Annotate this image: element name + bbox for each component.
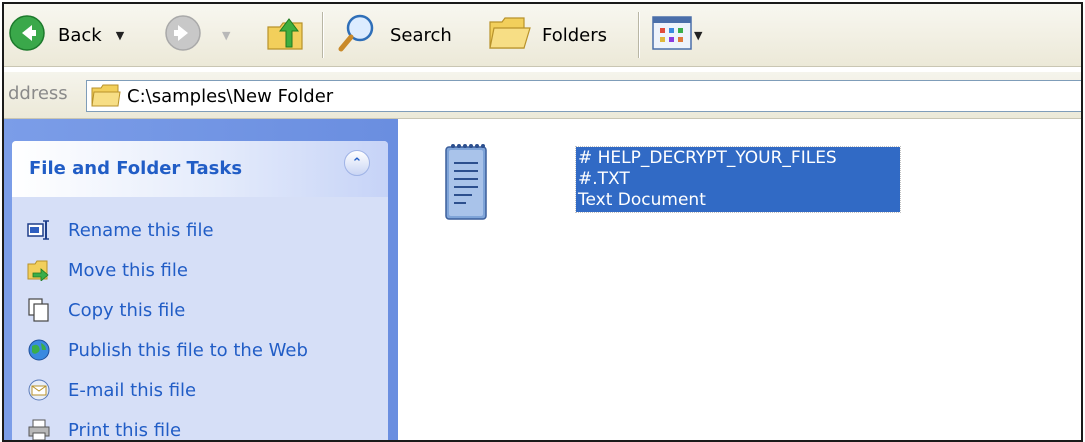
file-name-line1: # HELP_DECRYPT_YOUR_FILES [578, 148, 837, 168]
task-label: E-mail this file [68, 379, 197, 401]
text-document-icon [444, 141, 492, 223]
folders-button[interactable]: Folders [488, 4, 607, 66]
move-icon [26, 257, 52, 283]
search-button[interactable]: Search [336, 4, 452, 66]
toolbar-divider [638, 12, 640, 58]
collapse-chevron-icon[interactable]: ⌃ [344, 150, 370, 176]
folders-icon [488, 14, 532, 57]
email-icon [26, 377, 52, 403]
address-label: ddress [8, 83, 68, 104]
up-folder-button[interactable] [264, 4, 308, 66]
forward-arrow-icon [164, 14, 202, 57]
folder-icon [91, 84, 121, 108]
file-item-help-decrypt[interactable]: # HELP_DECRYPT_YOUR_FILES #.TXT Text Doc… [440, 139, 901, 239]
file-name-label[interactable]: # HELP_DECRYPT_YOUR_FILES #.TXT Text Doc… [575, 146, 901, 213]
file-name-line2: #.TXT [578, 169, 630, 189]
search-label: Search [390, 24, 452, 46]
publish-web-icon [26, 337, 52, 363]
back-dropdown-icon[interactable]: ▼ [116, 29, 124, 42]
file-list-pane: # HELP_DECRYPT_YOUR_FILES #.TXT Text Doc… [400, 119, 1081, 440]
file-folder-tasks-panel: File and Folder Tasks ⌃ Rename this file [12, 141, 388, 441]
address-bar: ddress C:\samples\New Folder [4, 72, 1081, 119]
task-pane: File and Folder Tasks ⌃ Rename this file [4, 119, 398, 441]
up-folder-icon [264, 11, 308, 60]
views-dropdown-icon[interactable]: ▼ [694, 29, 702, 42]
task-label: Print this file [68, 419, 182, 441]
task-move[interactable]: Move this file [26, 255, 188, 285]
task-label: Rename this file [68, 219, 214, 241]
search-icon [336, 11, 380, 60]
toolbar: Back ▼ ▼ Search Folders ▼ [4, 4, 1081, 67]
back-button[interactable]: Back ▼ [8, 4, 124, 66]
task-print[interactable]: Print this file [26, 415, 182, 441]
forward-dropdown-icon[interactable]: ▼ [222, 29, 230, 42]
folders-label: Folders [542, 24, 608, 46]
explorer-window: Back ▼ ▼ Search Folders ▼ ddress C:\samp… [2, 2, 1083, 442]
views-button[interactable]: ▼ [652, 4, 702, 66]
task-rename[interactable]: Rename this file [26, 215, 214, 245]
task-label: Move this file [68, 259, 188, 281]
task-copy[interactable]: Copy this file [26, 295, 185, 325]
task-email[interactable]: E-mail this file [26, 375, 196, 405]
panel-title: File and Folder Tasks [29, 158, 243, 179]
file-type: Text Document [578, 190, 706, 210]
back-label: Back [58, 24, 102, 46]
back-arrow-icon [8, 14, 46, 57]
panel-header[interactable]: File and Folder Tasks ⌃ [12, 141, 388, 197]
rename-icon [26, 217, 52, 243]
task-label: Copy this file [68, 299, 186, 321]
task-publish-web[interactable]: Publish this file to the Web [26, 335, 308, 365]
address-field[interactable]: C:\samples\New Folder [86, 80, 1081, 112]
toolbar-divider [322, 12, 324, 58]
forward-button[interactable]: ▼ [164, 4, 230, 66]
copy-icon [26, 297, 52, 323]
task-label: Publish this file to the Web [68, 339, 308, 361]
print-icon [26, 417, 52, 440]
address-value: C:\samples\New Folder [127, 85, 334, 107]
views-icon [652, 15, 692, 55]
